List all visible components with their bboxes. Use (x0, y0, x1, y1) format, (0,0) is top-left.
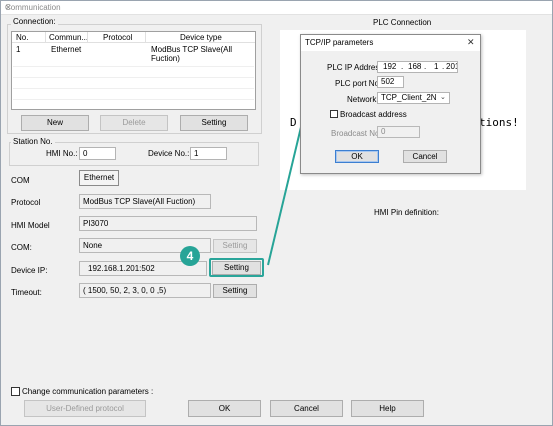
step-badge: 4 (180, 246, 200, 266)
tcpip-dialog: TCP/IP parameters ✕ PLC IP Address: 192 … (300, 34, 481, 174)
ip-octet-3: 1 (434, 62, 439, 71)
tcpip-dialog-titlebar: TCP/IP parameters ✕ (301, 35, 480, 51)
ip-octet-4: 201 (446, 62, 457, 71)
broadcast-checkbox[interactable] (330, 110, 338, 118)
ip-octet-1: 192 (383, 62, 397, 71)
network-select-value: TCP_Client_2N (381, 93, 437, 102)
ok-button[interactable]: OK (188, 400, 261, 417)
change-params-checkbox[interactable] (11, 387, 20, 396)
broadcast-no-field: 0 (377, 126, 420, 138)
tcpip-close-icon[interactable]: ✕ (467, 37, 475, 48)
tcpip-dialog-title: TCP/IP parameters (305, 38, 374, 47)
broadcast-checkbox-label: Broadcast address (340, 110, 407, 119)
tcpip-ok-button[interactable]: OK (335, 150, 379, 163)
plc-ip-field[interactable]: 192 . 168 . 1 . 201 (377, 61, 458, 73)
help-button[interactable]: Help (351, 400, 424, 417)
chevron-down-icon[interactable]: ⌄ (440, 93, 446, 101)
user-defined-protocol-button[interactable]: User-Defined protocol (24, 400, 146, 417)
plc-port-field[interactable]: 502 (377, 76, 404, 88)
broadcast-no-label: Broadcast No.: (331, 129, 384, 138)
network-label: Network (347, 95, 377, 104)
cancel-button[interactable]: Cancel (270, 400, 343, 417)
change-params-label: Change communication parameters : (22, 387, 154, 396)
tcpip-cancel-button[interactable]: Cancel (403, 150, 447, 163)
ip-octet-2: 168 (408, 62, 422, 71)
